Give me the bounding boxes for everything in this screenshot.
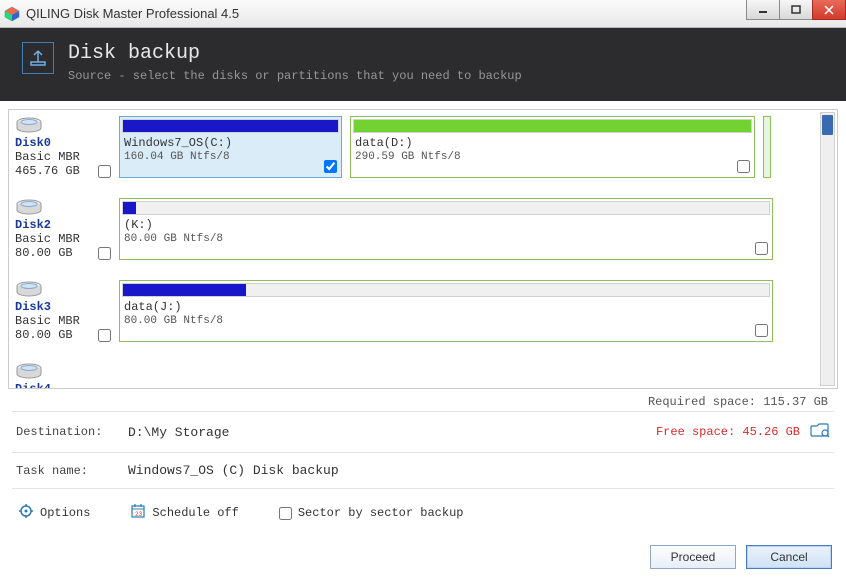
disk-row: Disk3Basic MBR80.00 GBdata(J:)80.00 GB N…: [15, 280, 817, 342]
titlebar: QILING Disk Master Professional 4.5: [0, 0, 846, 28]
partition-stub[interactable]: [763, 116, 771, 178]
disk-icon: [15, 280, 43, 298]
disk-type: Basic MBR: [15, 314, 111, 328]
destination-label: Destination:: [16, 425, 128, 439]
partition-usage-bar: [122, 119, 339, 133]
disk-header: Disk4: [15, 362, 111, 389]
partition-usage-bar: [122, 283, 770, 297]
window-title: QILING Disk Master Professional 4.5: [26, 6, 239, 21]
disk-name: Disk2: [15, 218, 111, 232]
disk-size: 80.00 GB: [15, 328, 73, 342]
partition-checkbox[interactable]: [324, 160, 337, 173]
disk-list: Disk0Basic MBR465.76 GBWindows7_OS(C:)16…: [8, 109, 838, 389]
partition-checkbox[interactable]: [755, 242, 768, 255]
partition-usage-bar: [122, 201, 770, 215]
disk-type: Basic MBR: [15, 232, 111, 246]
disk-icon: [15, 116, 43, 134]
required-space: Required space: 115.37 GB: [8, 389, 838, 411]
disk-header: Disk2Basic MBR80.00 GB: [15, 198, 111, 260]
browse-icon[interactable]: [810, 422, 830, 442]
partition-detail: 80.00 GB Ntfs/8: [120, 233, 772, 247]
disk-row: Disk0Basic MBR465.76 GBWindows7_OS(C:)16…: [15, 116, 817, 178]
disk-icon: [15, 198, 43, 216]
disk-row: Disk2Basic MBR80.00 GB(K:)80.00 GB Ntfs/…: [15, 198, 817, 260]
sector-by-sector-checkbox[interactable]: Sector by sector backup: [279, 506, 464, 520]
partition-checkbox[interactable]: [737, 160, 750, 173]
disk-size: 465.76 GB: [15, 164, 80, 178]
app-icon: [4, 6, 20, 22]
proceed-button[interactable]: Proceed: [650, 545, 736, 569]
disk-name: Disk4: [15, 382, 111, 389]
disk-header: Disk3Basic MBR80.00 GB: [15, 280, 111, 342]
disk-name: Disk0: [15, 136, 111, 150]
partition[interactable]: (K:)80.00 GB Ntfs/8: [119, 198, 773, 260]
disk-header: Disk0Basic MBR465.76 GB: [15, 116, 111, 178]
schedule-link[interactable]: 23 Schedule off: [130, 503, 238, 523]
maximize-button[interactable]: [779, 0, 813, 20]
partition-detail: 160.04 GB Ntfs/8: [120, 151, 341, 165]
partition-label: Windows7_OS(C:): [120, 135, 341, 151]
destination-value[interactable]: D:\My Storage: [128, 425, 656, 440]
partition-checkbox[interactable]: [755, 324, 768, 337]
partition-detail: 80.00 GB Ntfs/8: [120, 315, 772, 329]
partition-label: data(J:): [120, 299, 772, 315]
backup-icon: [22, 42, 54, 74]
options-row: Options 23 Schedule off Sector by sector…: [8, 489, 838, 537]
destination-row: Destination: D:\My Storage Free space: 4…: [8, 412, 838, 452]
sector-checkbox-input[interactable]: [279, 507, 292, 520]
minimize-button[interactable]: [746, 0, 780, 20]
partition[interactable]: Windows7_OS(C:)160.04 GB Ntfs/8: [119, 116, 342, 178]
free-space: Free space: 45.26 GB: [656, 425, 800, 439]
partition-usage-bar: [353, 119, 752, 133]
calendar-icon: 23: [130, 503, 146, 523]
disk-checkbox[interactable]: [98, 165, 111, 178]
options-link[interactable]: Options: [18, 503, 90, 523]
page-title: Disk backup: [68, 42, 522, 65]
partition[interactable]: data(D:)290.59 GB Ntfs/8: [350, 116, 755, 178]
cancel-button[interactable]: Cancel: [746, 545, 832, 569]
disk-type: Basic MBR: [15, 150, 111, 164]
partition-detail: 290.59 GB Ntfs/8: [351, 151, 754, 165]
disk-checkbox[interactable]: [98, 247, 111, 260]
svg-text:23: 23: [135, 511, 143, 518]
page-subtitle: Source - select the disks or partitions …: [68, 69, 522, 83]
disk-icon: [15, 362, 43, 380]
disk-row: Disk4: [15, 362, 817, 389]
partition-label: data(D:): [351, 135, 754, 151]
partition-label: (K:): [120, 217, 772, 233]
scrollbar[interactable]: [820, 112, 835, 386]
disk-checkbox[interactable]: [98, 329, 111, 342]
task-name-label: Task name:: [16, 464, 128, 478]
task-name-row: Task name: Windows7_OS (C) Disk backup: [8, 453, 838, 488]
gear-icon: [18, 503, 34, 523]
task-name-value[interactable]: Windows7_OS (C) Disk backup: [128, 463, 830, 478]
disk-name: Disk3: [15, 300, 111, 314]
page-header: Disk backup Source - select the disks or…: [0, 28, 846, 101]
close-button[interactable]: [812, 0, 846, 20]
disk-size: 80.00 GB: [15, 246, 73, 260]
partition[interactable]: data(J:)80.00 GB Ntfs/8: [119, 280, 773, 342]
